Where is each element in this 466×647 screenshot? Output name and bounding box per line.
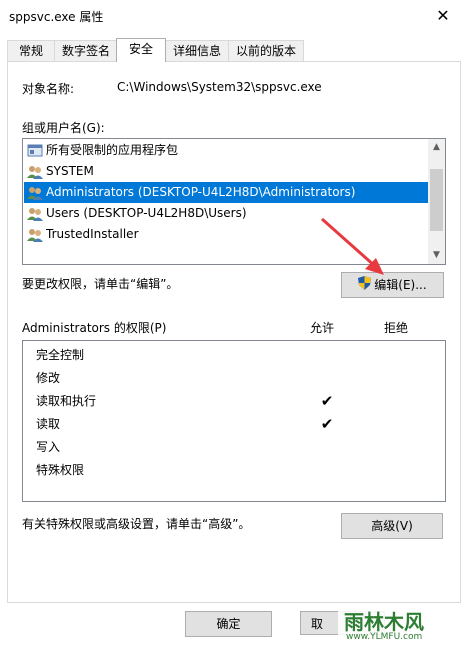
edit-hint: 要更改权限，请单击“编辑”。 (22, 277, 179, 291)
tab-digital-signatures[interactable]: 数字签名 (54, 40, 118, 61)
permission-label: 修改 (36, 371, 61, 385)
edit-button-label: 编辑(E)... (374, 278, 427, 292)
tab-details[interactable]: 详细信息 (165, 40, 229, 61)
watermark-logo: 雨林木风 (344, 610, 424, 634)
scroll-thumb[interactable] (430, 169, 443, 231)
list-item-label: Users (DESKTOP-U4L2H8D\Users) (46, 206, 247, 220)
tab-security[interactable]: 安全 (116, 38, 166, 62)
tab-previous-versions[interactable]: 以前的版本 (228, 40, 304, 61)
shield-icon (358, 274, 372, 298)
scroll-up-icon[interactable]: ▲ (428, 139, 445, 156)
object-name-label: 对象名称: (22, 82, 75, 96)
watermark: 雨林木风 www.YLMFU.com (338, 604, 466, 647)
list-item[interactable]: 所有受限制的应用程序包 (24, 140, 429, 161)
app-package-icon (27, 144, 43, 158)
watermark-url: www.YLMFU.com (346, 632, 423, 642)
object-name-value: C:\Windows\System32\sppsvc.exe (117, 80, 322, 94)
permission-label: 特殊权限 (36, 463, 85, 477)
permissions-header: Administrators 的权限(P) (22, 321, 167, 335)
list-item-label: Administrators (DESKTOP-U4L2H8D\Administ… (46, 185, 356, 199)
ok-button[interactable]: 确定 (185, 611, 272, 637)
permission-label: 读取和执行 (36, 394, 97, 408)
advanced-hint: 有关特殊权限或高级设置，请单击“高级”。 (22, 517, 251, 531)
title-bar: sppsvc.exe 属性 ✕ (0, 0, 466, 32)
users-icon (27, 186, 43, 200)
users-icon (27, 207, 43, 221)
list-item-label: SYSTEM (46, 164, 94, 178)
list-item-label: TrustedInstaller (46, 227, 139, 241)
permission-label: 读取 (36, 417, 61, 431)
permission-label: 完全控制 (36, 348, 85, 362)
permissions-list: 完全控制 修改 读取和执行 读取 写入 特殊权限 ✔ ✔ (22, 340, 446, 502)
check-icon: ✔ (320, 415, 334, 433)
list-item-label: 所有受限制的应用程序包 (46, 143, 179, 157)
allow-header: 允许 (310, 321, 335, 335)
tab-general[interactable]: 常规 (7, 40, 55, 61)
list-scrollbar[interactable]: ▲ ▼ (428, 139, 445, 264)
close-icon[interactable]: ✕ (420, 0, 466, 32)
permission-label: 写入 (36, 440, 61, 454)
users-icon (27, 228, 43, 242)
advanced-button[interactable]: 高级(V) (341, 513, 443, 539)
window-title: sppsvc.exe 属性 (9, 10, 104, 24)
list-item-selected[interactable]: Administrators (DESKTOP-U4L2H8D\Administ… (24, 182, 429, 203)
list-item[interactable]: SYSTEM (24, 161, 429, 182)
scroll-down-icon[interactable]: ▼ (428, 247, 445, 264)
check-icon: ✔ (320, 392, 334, 410)
users-icon (27, 165, 43, 179)
annotation-arrow (321, 217, 384, 275)
groups-label: 组或用户名(G): (22, 121, 105, 135)
deny-header: 拒绝 (384, 321, 409, 335)
